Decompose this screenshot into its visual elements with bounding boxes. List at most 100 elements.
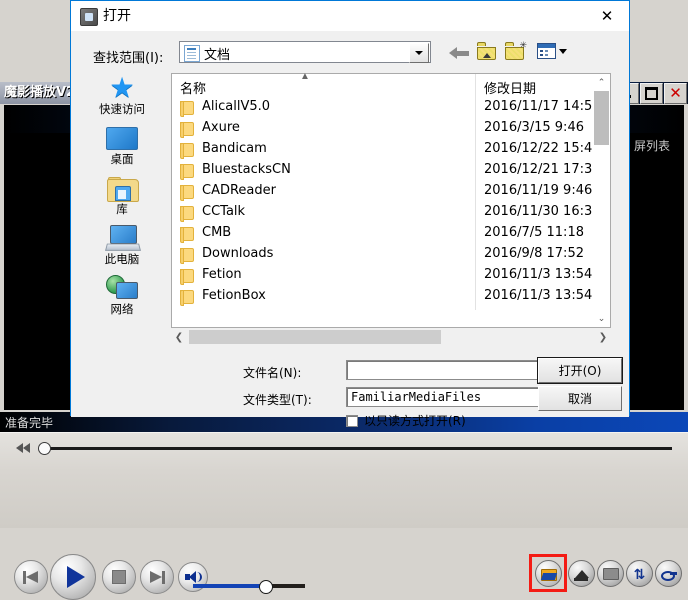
table-row[interactable]: Bandicam 2016/12/22 15:44 xyxy=(172,140,610,161)
playlist-hint-text: 屏列表 xyxy=(633,139,670,153)
folder-icon xyxy=(180,227,194,243)
table-row[interactable]: Downloads 2016/9/8 17:52 xyxy=(172,245,610,266)
look-in-value: 文档 xyxy=(204,48,231,63)
cancel-button[interactable]: 取消 xyxy=(538,386,622,411)
player-close-button[interactable]: ✕ xyxy=(664,83,687,104)
place-label-3: 此电脑 xyxy=(104,252,140,266)
new-folder-tab xyxy=(505,42,514,46)
next-button[interactable] xyxy=(140,560,174,594)
open-button[interactable]: 打开(O) xyxy=(537,357,623,384)
table-row[interactable]: CADReader 2016/11/19 9:46 xyxy=(172,182,610,203)
volume-filled-track xyxy=(193,584,265,588)
sparkle-icon: ✳ xyxy=(519,40,527,50)
file-name: AlicallV5.0 xyxy=(202,99,271,114)
folder-icon xyxy=(602,567,619,580)
seek-track[interactable] xyxy=(46,447,672,450)
table-row[interactable]: CMB 2016/7/5 11:18 xyxy=(172,224,610,245)
place-network[interactable]: 网络 xyxy=(79,273,165,323)
scroll-left-button[interactable]: ❮ xyxy=(171,329,187,345)
new-folder-button[interactable]: ✳ xyxy=(505,40,527,60)
file-name: CADReader xyxy=(202,183,276,198)
sort-ascending-icon: ▲ xyxy=(300,71,310,82)
file-date: 2016/3/15 9:46 xyxy=(484,120,584,135)
file-name: FetionBox xyxy=(202,288,266,303)
dialog-close-button[interactable]: ✕ xyxy=(585,1,629,30)
maximize-icon xyxy=(645,87,658,100)
folder-icon xyxy=(180,269,194,285)
table-row[interactable]: Fetion 2016/11/3 13:54 xyxy=(172,266,610,287)
shuffle-icon: ⇅ xyxy=(633,565,646,582)
eject-bar-icon xyxy=(574,578,588,581)
places-bar: ★ 快速访问 桌面 库 此电脑 网络 xyxy=(79,73,165,323)
folder-icon xyxy=(180,248,194,264)
play-button[interactable] xyxy=(50,554,96,600)
this-pc-icon xyxy=(79,223,165,253)
file-name: Bandicam xyxy=(202,141,267,156)
table-row[interactable]: Axure 2016/3/15 9:46 xyxy=(172,119,610,140)
file-date: 2016/12/21 17:38 xyxy=(484,162,601,177)
vertical-scroll-track[interactable] xyxy=(593,91,610,310)
file-date: 2016/11/3 13:54 xyxy=(484,288,593,303)
scroll-up-button[interactable]: ⌃ xyxy=(593,74,610,91)
place-this-pc[interactable]: 此电脑 xyxy=(79,223,165,273)
stop-button[interactable] xyxy=(102,560,136,594)
up-arrow-icon xyxy=(483,53,491,58)
horizontal-scroll-thumb[interactable] xyxy=(189,330,441,344)
maximize-button[interactable] xyxy=(640,83,663,104)
views-icon xyxy=(537,43,556,59)
readonly-checkbox[interactable] xyxy=(346,414,358,427)
stop-icon xyxy=(112,570,126,584)
eject-icon xyxy=(574,569,589,578)
file-date: 2016/9/8 17:52 xyxy=(484,246,584,261)
wrench-icon xyxy=(660,570,677,581)
open-file-button[interactable] xyxy=(535,560,562,587)
rewind-icon xyxy=(16,443,23,453)
readonly-checkbox-row[interactable]: 以只读方式打开(R) xyxy=(346,412,466,429)
file-list-horizontal-scrollbar[interactable]: ❮ ❯ xyxy=(171,329,611,345)
place-desktop[interactable]: 桌面 xyxy=(79,123,165,173)
place-label-1: 桌面 xyxy=(110,152,134,166)
seek-thumb[interactable] xyxy=(38,442,51,455)
previous-button[interactable] xyxy=(14,560,48,594)
folder-icon xyxy=(180,290,194,306)
table-row[interactable]: BluestacksCN 2016/12/21 17:38 xyxy=(172,161,610,182)
seek-bar[interactable] xyxy=(16,442,672,455)
star-icon: ★ xyxy=(109,72,135,103)
back-button[interactable] xyxy=(449,47,469,59)
views-button[interactable] xyxy=(537,42,571,60)
look-in-dropdown-button[interactable] xyxy=(409,43,429,63)
open-file-dialog: 打开 ✕ 查找范围(I): 文档 ✳ ★ 快速访问 桌面 库 此电脑 网络 名称… xyxy=(70,0,630,428)
vertical-scroll-thumb[interactable] xyxy=(594,91,609,145)
file-date: 2016/12/22 15:44 xyxy=(484,141,601,156)
network-icon xyxy=(79,273,165,303)
table-row[interactable]: FetionBox 2016/11/3 13:54 xyxy=(172,287,610,306)
file-list-vertical-scrollbar[interactable]: ⌃ ⌄ xyxy=(592,74,610,327)
file-date: 2016/7/5 11:18 xyxy=(484,225,584,240)
column-header-name[interactable]: 名称 xyxy=(180,78,206,97)
settings-button[interactable] xyxy=(655,560,682,587)
scroll-down-button[interactable]: ⌄ xyxy=(593,310,610,327)
column-header-date[interactable]: 修改日期 xyxy=(484,78,536,97)
documents-folder-icon xyxy=(184,45,200,62)
folder-icon xyxy=(180,164,194,180)
dialog-titlebar: 打开 ✕ xyxy=(71,1,629,31)
up-one-level-button[interactable] xyxy=(477,42,497,60)
scroll-right-button[interactable]: ❯ xyxy=(595,329,611,345)
volume-thumb[interactable] xyxy=(259,580,273,594)
previous-track-icon xyxy=(23,570,39,584)
up-folder-tab xyxy=(477,42,486,46)
table-row[interactable]: AlicallV5.0 2016/11/17 14:57 xyxy=(172,98,610,119)
folder-icon xyxy=(180,185,194,201)
shuffle-button[interactable]: ⇅ xyxy=(626,560,653,587)
place-quick-access[interactable]: ★ 快速访问 xyxy=(79,73,165,123)
folder-icon xyxy=(180,143,194,159)
look-in-combobox[interactable]: 文档 xyxy=(179,41,431,63)
place-libraries[interactable]: 库 xyxy=(79,173,165,223)
table-row[interactable]: CCTalk 2016/11/30 16:37 xyxy=(172,203,610,224)
folder-button[interactable] xyxy=(597,560,624,587)
volume-slider[interactable] xyxy=(193,580,305,594)
file-name: CMB xyxy=(202,225,232,240)
file-list[interactable]: 名称 ▲ 修改日期 AlicallV5.0 2016/11/17 14:57 Axu… xyxy=(171,71,611,328)
place-label-2: 库 xyxy=(116,202,128,216)
eject-button[interactable] xyxy=(568,560,595,587)
